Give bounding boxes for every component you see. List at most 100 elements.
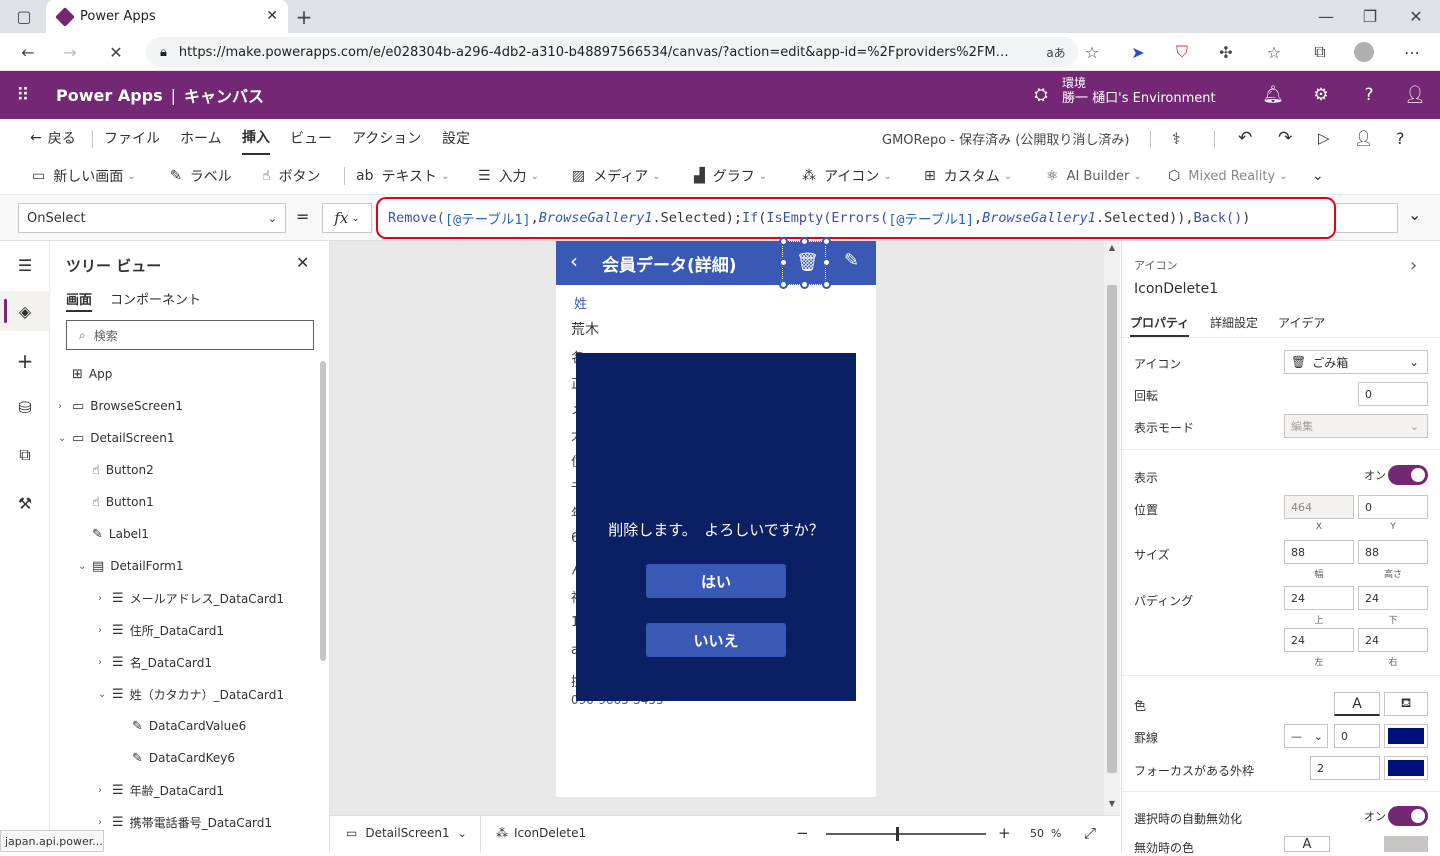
account-icon[interactable]: 👤︎ <box>1400 71 1430 119</box>
tree-chevron-icon[interactable]: ⌄ <box>78 561 92 572</box>
tree-node[interactable]: ☝ Button2 <box>50 454 320 486</box>
close-tab-icon[interactable]: ✕ <box>266 8 278 24</box>
read-aloud-icon[interactable]: aあ <box>1042 33 1070 71</box>
hamburger-icon[interactable]: ☰ <box>0 245 50 285</box>
fit-to-window-icon[interactable]: ⤢ <box>1084 824 1096 842</box>
collections-icon[interactable]: ⧉ <box>1306 33 1334 71</box>
padding-right-input[interactable]: 24 <box>1358 628 1428 652</box>
tree-node[interactable]: › ▭ BrowseScreen1 <box>50 390 320 422</box>
advanced-tools-icon[interactable]: ⚒ <box>0 483 50 523</box>
tree-node[interactable]: ☝ Button1 <box>50 486 320 518</box>
panel-expand-chevron-icon[interactable]: › <box>1410 255 1417 276</box>
extension-arrow-icon[interactable]: ➤ <box>1124 33 1152 71</box>
input-button[interactable]: ☰ 入力 ⌄ <box>478 157 539 195</box>
tree-chevron-icon[interactable]: ⌄ <box>98 689 112 700</box>
height-input[interactable]: 88 <box>1358 540 1428 564</box>
selection-handle[interactable] <box>779 237 788 246</box>
tree-chevron-icon[interactable]: › <box>98 785 112 796</box>
text-button[interactable]: ab テキスト ⌄ <box>356 157 449 195</box>
menu-file[interactable]: ファイル <box>104 119 160 157</box>
menu-settings[interactable]: 設定 <box>442 119 470 157</box>
notification-icon[interactable]: 🔔︎ <box>1258 71 1288 119</box>
canvas-scrollbar[interactable]: ▲ ▼ <box>1104 241 1120 815</box>
settings-gear-icon[interactable]: ⚙ <box>1306 71 1336 119</box>
media-button[interactable]: ▨ メディア ⌄ <box>572 157 661 195</box>
selection-handle[interactable] <box>800 280 809 289</box>
restore-icon[interactable]: ❐ <box>1356 0 1384 33</box>
tree-chevron-icon[interactable]: › <box>98 625 112 636</box>
back-button[interactable]: ← 戻る <box>30 119 76 157</box>
tree-chevron-icon[interactable]: ⌄ <box>58 433 72 444</box>
tree-node[interactable]: ⊞ App <box>50 358 320 390</box>
fx-button[interactable]: fx ⌄ <box>322 203 372 233</box>
environment-picker[interactable]: 環境 勝一 樋口's Environment <box>1062 75 1216 107</box>
screen-breadcrumb[interactable]: ▭ DetailScreen1 ⌄ <box>346 826 467 840</box>
selection-handle[interactable] <box>822 237 831 246</box>
zoom-out-icon[interactable]: − <box>796 824 809 842</box>
border-width-input[interactable]: 0 <box>1334 724 1380 748</box>
menu-home[interactable]: ホーム <box>180 119 222 157</box>
tab-screens[interactable]: 画面 <box>66 289 93 312</box>
close-window-icon[interactable]: ✕ <box>1402 0 1430 33</box>
tree-view-icon[interactable]: ◈ <box>0 291 50 331</box>
menu-action[interactable]: アクション <box>352 119 421 157</box>
auto-disable-toggle[interactable] <box>1388 806 1428 826</box>
text-color-button[interactable]: A <box>1334 692 1380 716</box>
stop-loading-icon[interactable]: ✕ <box>102 33 130 71</box>
disabled-fill-swatch[interactable] <box>1384 836 1428 852</box>
tab-advanced[interactable]: 詳細設定 <box>1210 314 1258 331</box>
tab-ideas[interactable]: アイデア <box>1278 314 1325 331</box>
selection-handle[interactable] <box>779 280 788 289</box>
label-button[interactable]: ✎ ラベル <box>170 157 232 195</box>
rotation-input[interactable]: 0 <box>1358 382 1428 406</box>
formula-input[interactable]: Remove([@テーブル1], BrowseGallery1 .Selected… <box>376 197 1336 239</box>
ai-builder-button[interactable]: ⚛ AI Builder ⌄ <box>1046 157 1142 195</box>
button-button[interactable]: ☝ ボタン <box>262 157 321 195</box>
no-button[interactable]: いいえ <box>646 623 786 657</box>
padding-bottom-input[interactable]: 24 <box>1358 586 1428 610</box>
tree-node[interactable]: › ☰ メールアドレス_DataCard1 <box>50 582 320 614</box>
app-launcher-icon[interactable]: ⠿ <box>8 71 38 119</box>
tree-chevron-icon[interactable]: › <box>98 593 112 604</box>
display-mode-dropdown[interactable]: 編集 ⌄ <box>1284 414 1428 438</box>
back-icon[interactable]: ← <box>14 33 42 71</box>
tab-actions-icon[interactable]: ▢ <box>10 0 38 33</box>
expand-formula-icon[interactable]: ⌄ <box>1408 205 1421 224</box>
edit-pencil-icon[interactable]: ✎ <box>844 250 859 271</box>
app-checker-icon[interactable]: ⚕ <box>1172 119 1181 157</box>
url-field[interactable]: 🔒︎ https://make.powerapps.com/e/e028304b… <box>146 37 1078 67</box>
mixed-reality-button[interactable]: ⬡ Mixed Reality ⌄ <box>1168 157 1288 195</box>
tab-properties[interactable]: プロパティ <box>1130 314 1190 337</box>
zoom-in-icon[interactable]: + <box>998 824 1011 842</box>
focus-width-input[interactable]: 2 <box>1310 756 1380 780</box>
tree-chevron-icon[interactable]: › <box>58 401 72 412</box>
tree-search-input[interactable]: ⌕ 検索 <box>66 320 314 350</box>
share-icon[interactable]: 👤︎ <box>1354 119 1373 157</box>
border-style-dropdown[interactable]: — ⌄ <box>1284 724 1328 748</box>
help-icon[interactable]: ? <box>1354 71 1384 119</box>
focus-color-swatch[interactable] <box>1384 756 1428 780</box>
menu-view[interactable]: ビュー <box>290 119 332 157</box>
property-dropdown[interactable]: OnSelect ⌄ <box>18 203 286 233</box>
icon-dropdown[interactable]: 🗑︎ ごみ箱 ⌄ <box>1284 350 1428 374</box>
tree-node[interactable]: › ☰ 年齢_DataCard1 <box>50 774 320 806</box>
help-question-icon[interactable]: ? <box>1396 119 1405 157</box>
tree-node[interactable]: ⌄ ▤ DetailForm1 <box>50 550 320 582</box>
tree-chevron-icon[interactable]: › <box>98 657 112 668</box>
forward-icon[interactable]: → <box>56 33 84 71</box>
tree-node[interactable]: ✎ DataCardKey6 <box>50 742 320 774</box>
y-input[interactable]: 0 <box>1358 495 1428 519</box>
padding-top-input[interactable]: 24 <box>1284 586 1354 610</box>
fill-color-icon[interactable]: ⛾ <box>1384 692 1428 716</box>
media-library-icon[interactable]: ⧉ <box>0 435 50 475</box>
zoom-slider[interactable] <box>826 827 986 841</box>
chart-button[interactable]: ▟ グラフ ⌄ <box>694 157 767 195</box>
minimize-icon[interactable]: — <box>1312 0 1340 33</box>
yes-button[interactable]: はい <box>646 564 786 598</box>
new-screen-button[interactable]: ▭ 新しい画面 ⌄ <box>32 157 136 195</box>
tree-node[interactable]: › ☰ 住所_DataCard1 <box>50 614 320 646</box>
undo-icon[interactable]: ↶ <box>1238 119 1252 157</box>
redo-icon[interactable]: ↷ <box>1278 119 1292 157</box>
x-input[interactable]: 464 <box>1284 495 1354 519</box>
tab-components[interactable]: コンポーネント <box>110 289 201 308</box>
